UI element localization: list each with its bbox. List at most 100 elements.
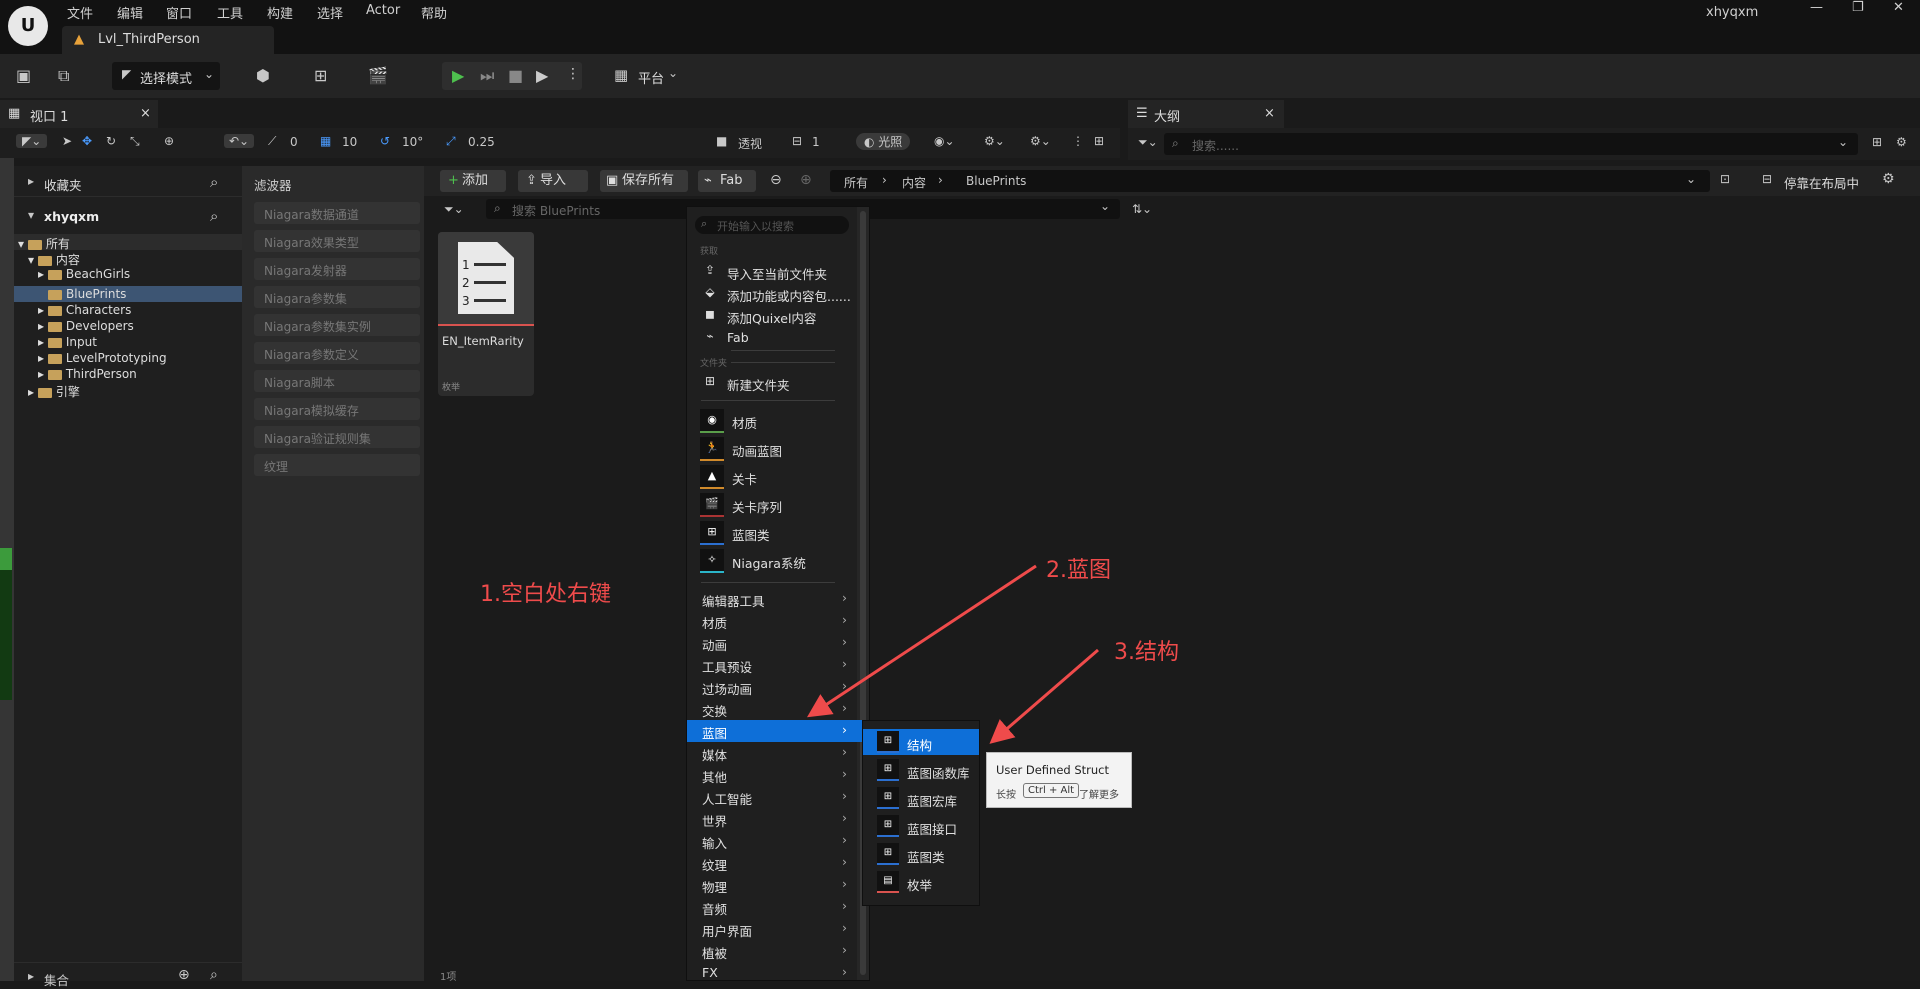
settings-icon[interactable]: ⚙ [1882, 171, 1895, 187]
add-folder-icon[interactable]: ⊞ [1872, 135, 1882, 149]
filter-item[interactable]: Niagara验证规则集 [254, 426, 420, 448]
menu-new-folder[interactable]: 新建文件夹 [727, 375, 790, 394]
save-icon[interactable]: ▣ [16, 66, 31, 85]
menu-category-foliage[interactable]: 植被 › [687, 940, 857, 962]
camera-speed-value[interactable]: 1 [812, 135, 820, 149]
sort-icon[interactable]: ⇅⌄ [1132, 202, 1152, 216]
close-icon[interactable]: × [140, 106, 151, 121]
viewport-tab[interactable]: ▦ 视口 1 × [0, 100, 158, 128]
settings-icon[interactable]: ⚙ [1896, 135, 1907, 149]
menu-category-texture[interactable]: 纹理 › [687, 852, 857, 874]
lighting-button[interactable]: ◐ 光照 [856, 133, 911, 150]
menu-fab[interactable]: Fab [727, 330, 749, 345]
angle-snap-icon[interactable]: ⟋ [268, 134, 276, 149]
menu-import-to-folder[interactable]: 导入至当前文件夹 [727, 264, 827, 283]
breadcrumb-blueprints[interactable]: BluePrints [966, 174, 1026, 188]
submenu-struct[interactable]: ⊞ 结构 [863, 729, 979, 755]
menu-window[interactable]: 窗口 [166, 3, 192, 22]
content-browser[interactable] [424, 166, 1920, 981]
menu-category-ai[interactable]: 人工智能 › [687, 786, 857, 808]
menu-category-misc[interactable]: 其他 › [687, 764, 857, 786]
rotation-snap-value[interactable]: 10° [402, 135, 423, 149]
menu-build[interactable]: 构建 [267, 3, 293, 22]
search-icon[interactable]: ⌕ [210, 207, 218, 225]
lock-icon[interactable]: ⊡ [1720, 172, 1730, 186]
grid-snap-value[interactable]: 10 [342, 135, 357, 149]
tree-item-thirdperson[interactable]: ▸ ThirdPerson [38, 367, 137, 381]
menu-category-cinematics[interactable]: 过场动画 › [687, 676, 857, 698]
filter-item[interactable]: Niagara参数定义 [254, 342, 420, 364]
filter-item[interactable]: Niagara参数集 [254, 286, 420, 308]
filter-item[interactable]: Niagara脚本 [254, 370, 420, 392]
expand-icon[interactable]: ▸ [28, 174, 34, 188]
fab-button[interactable]: ⌁ Fab [698, 170, 756, 192]
layout-icon[interactable]: ⊞ [1094, 134, 1104, 148]
filter-item[interactable]: Niagara模拟缓存 [254, 398, 420, 420]
add-actor-icon[interactable]: ⬢ [256, 66, 270, 85]
tree-item-input[interactable]: ▸ Input [38, 335, 97, 349]
menu-add-quixel[interactable]: 添加Quixel内容 [727, 308, 816, 327]
submenu-interface[interactable]: ⊞ 蓝图接口 [863, 813, 979, 839]
menu-category-interchange[interactable]: 交换 › [687, 698, 857, 720]
submenu-macro-library[interactable]: ⊞ 蓝图宏库 [863, 785, 979, 811]
collections-header[interactable]: 集合 [44, 970, 69, 989]
outliner-tab[interactable]: ☰ 大纲 × [1128, 100, 1284, 128]
collapse-icon[interactable]: ▾ [28, 208, 34, 222]
tree-item-levelprototyping[interactable]: ▸ LevelPrototyping [38, 351, 167, 365]
tree-item-developers[interactable]: ▸ Developers [38, 319, 134, 333]
filter-item[interactable]: Niagara数据通道 [254, 202, 420, 224]
step-icon[interactable]: ⏭ [480, 66, 494, 86]
menu-category-physics[interactable]: 物理 › [687, 874, 857, 896]
menu-category-editor-tools[interactable]: 编辑器工具 › [687, 588, 857, 610]
filter-item[interactable]: Niagara发射器 [254, 258, 420, 280]
engine-scalability-icon[interactable]: ⚙⌄ [984, 134, 1005, 148]
filter-item[interactable]: Niagara参数集实例 [254, 314, 420, 336]
tree-item-beachgirls[interactable]: ▸ BeachGirls [38, 267, 130, 281]
menu-category-ui[interactable]: 用户界面 › [687, 918, 857, 940]
mode-select[interactable]: ◤ 选择模式 ⌄ [112, 62, 220, 90]
snap-angle-value[interactable]: 0 [290, 135, 298, 149]
menu-category-world[interactable]: 世界 › [687, 808, 857, 830]
tree-item-content[interactable]: ▾ 内容 [28, 251, 80, 268]
menu-category-blueprint[interactable]: 蓝图 › [687, 720, 863, 742]
menu-file[interactable]: 文件 [67, 3, 93, 22]
submenu-enum[interactable]: ▤ 枚举 [863, 869, 979, 895]
tooltip-learn-more[interactable]: 了解更多 [1079, 786, 1119, 801]
stop-icon[interactable]: ■ [508, 66, 523, 85]
minimize-icon[interactable]: — [1810, 0, 1823, 15]
save-all-button[interactable]: ▣ 保存所有 [600, 170, 688, 192]
menu-create-niagara-system[interactable]: ✧ Niagara系统 [700, 548, 850, 574]
asset-card[interactable]: 1 2 3 EN_ItemRarity 枚举 [438, 232, 534, 396]
menu-category-fx[interactable]: FX › [687, 962, 857, 981]
close-icon[interactable]: × [1264, 106, 1275, 121]
world-icon[interactable]: ⊕ [164, 134, 174, 148]
outliner-search-input[interactable]: ⌕ 搜索...... ⌄ [1164, 133, 1858, 155]
settings-icon[interactable]: ⚙⌄ [1030, 134, 1051, 148]
favorites-header[interactable]: 收藏夹 [44, 175, 82, 194]
scale-icon[interactable]: ⤡ [130, 134, 140, 149]
browse-icon[interactable]: ⧉ [58, 66, 69, 86]
rotation-snap-icon[interactable]: ↺ [380, 134, 390, 148]
menu-category-audio[interactable]: 音频 › [687, 896, 857, 918]
menu-create-material[interactable]: ◉ 材质 [700, 408, 850, 434]
cinematics-icon[interactable]: 🎬 [368, 66, 388, 85]
tree-item-characters[interactable]: ▸ Characters [38, 303, 131, 317]
menu-create-level-sequence[interactable]: 🎬 关卡序列 [700, 492, 850, 518]
back-icon[interactable]: ⊖ [770, 172, 782, 188]
filter-item[interactable]: 纹理 [254, 454, 420, 476]
submenu-blueprint-class[interactable]: ⊞ 蓝图类 [863, 841, 979, 867]
forward-icon[interactable]: ⊕ [800, 172, 812, 188]
menu-create-anim-blueprint[interactable]: 🏃 动画蓝图 [700, 436, 850, 462]
menu-edit[interactable]: 编辑 [117, 3, 143, 22]
close-window-icon[interactable]: ✕ [1893, 0, 1904, 15]
menu-create-blueprint-class[interactable]: ⊞ 蓝图类 [700, 520, 850, 546]
project-header[interactable]: xhyqxm [44, 209, 99, 224]
perspective-button[interactable]: 透视 [738, 135, 762, 152]
menu-search-input[interactable]: ⌕ 开始输入以搜索 [695, 216, 849, 234]
play-icon[interactable]: ▶ [452, 66, 464, 85]
filter-item[interactable]: Niagara效果类型 [254, 230, 420, 252]
grid-snap-icon[interactable]: ▦ [320, 134, 331, 148]
tree-item-engine[interactable]: ▸ 引擎 [28, 383, 80, 400]
menu-create-level[interactable]: ▲ 关卡 [700, 464, 850, 490]
chevron-down-icon[interactable]: ⌄ [1686, 172, 1696, 186]
